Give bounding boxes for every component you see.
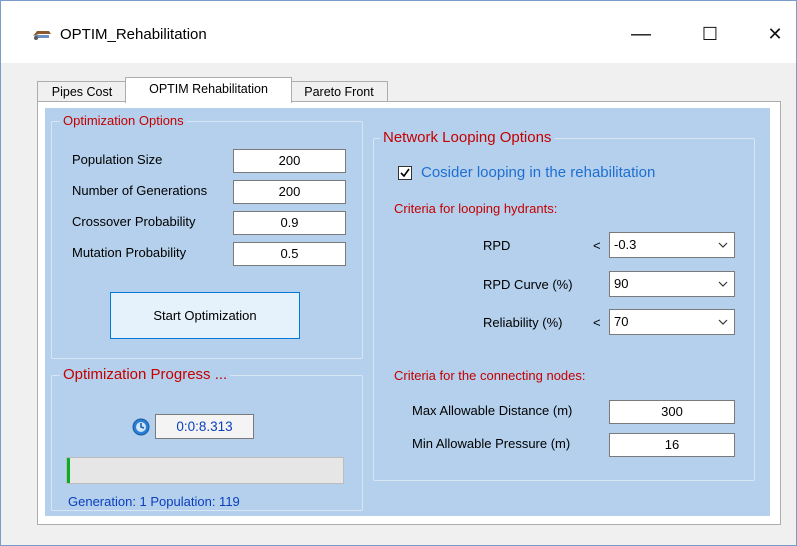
start-optimization-button[interactable]: Start Optimization xyxy=(110,292,300,339)
window-title: OPTIM_Rehabilitation xyxy=(60,26,207,43)
node-criteria-title: Criteria for the connecting nodes: xyxy=(394,368,586,383)
pipe-app-icon xyxy=(33,31,51,40)
rpd-operator: < xyxy=(593,238,601,253)
crossover-input[interactable]: 0.9 xyxy=(233,211,346,235)
rpd-curve-select[interactable]: 90 xyxy=(609,271,735,297)
maximize-button[interactable]: ☐ xyxy=(687,19,733,49)
hydrant-criteria-title: Criteria for looping hydrants: xyxy=(394,201,558,216)
reliability-label: Reliability (%) xyxy=(483,315,563,330)
crossover-label: Crossover Probability xyxy=(72,214,196,229)
rpd-curve-label: RPD Curve (%) xyxy=(483,277,573,292)
tab-optim-rehabilitation[interactable]: OPTIM Rehabilitation xyxy=(125,77,292,103)
clock-icon xyxy=(132,418,150,436)
content-area: Optimization Options Population Size 200… xyxy=(45,108,770,516)
rpd-value: -0.3 xyxy=(614,237,637,252)
reliability-operator: < xyxy=(593,315,601,330)
looping-checkbox-label[interactable]: Cosider looping in the rehabilitation xyxy=(421,164,655,181)
chevron-down-icon xyxy=(718,281,728,287)
tab-page: Optimization Options Population Size 200… xyxy=(37,101,781,525)
generations-label: Number of Generations xyxy=(72,183,208,198)
optimization-progress-group: Optimization Progress ... 0:0:8.313 Gene… xyxy=(51,366,363,511)
looping-options-group: Network Looping Options Cosider looping … xyxy=(373,129,755,481)
tab-pipes-cost[interactable]: Pipes Cost xyxy=(37,81,127,102)
population-size-label: Population Size xyxy=(72,152,163,167)
mutation-label: Mutation Probability xyxy=(72,245,187,260)
rpd-select[interactable]: -0.3 xyxy=(609,232,735,258)
reliability-select[interactable]: 70 xyxy=(609,309,735,335)
rpd-label: RPD xyxy=(483,238,511,253)
optimization-options-group: Optimization Options Population Size 200… xyxy=(51,113,363,359)
chevron-down-icon xyxy=(718,319,728,325)
optimization-options-title: Optimization Options xyxy=(60,113,187,128)
generation-status: Generation: 1 Population: 119 xyxy=(68,494,240,509)
elapsed-time-display: 0:0:8.313 xyxy=(155,414,254,439)
progress-bar xyxy=(66,457,344,484)
tab-pareto-front[interactable]: Pareto Front xyxy=(290,81,388,102)
reliability-value: 70 xyxy=(614,314,629,329)
looping-checkbox[interactable] xyxy=(398,166,412,180)
optimization-progress-title: Optimization Progress ... xyxy=(60,366,231,383)
min-pressure-label: Min Allowable Pressure (m) xyxy=(412,436,571,451)
max-distance-input[interactable]: 300 xyxy=(609,400,735,424)
population-size-input[interactable]: 200 xyxy=(233,149,346,173)
title-bar[interactable]: OPTIM_Rehabilitation — ☐ ✕ xyxy=(1,1,796,63)
generations-input[interactable]: 200 xyxy=(233,180,346,204)
mutation-input[interactable]: 0.5 xyxy=(233,242,346,266)
app-window: OPTIM_Rehabilitation — ☐ ✕ Pipes Cost OP… xyxy=(0,0,797,546)
chevron-down-icon xyxy=(718,242,728,248)
looping-options-title: Network Looping Options xyxy=(380,129,555,146)
checkmark-icon xyxy=(400,168,410,178)
close-button[interactable]: ✕ xyxy=(752,19,797,49)
rpd-curve-value: 90 xyxy=(614,276,629,291)
progress-bar-fill xyxy=(67,458,70,483)
minimize-button[interactable]: — xyxy=(618,19,664,49)
min-pressure-input[interactable]: 16 xyxy=(609,433,735,457)
max-distance-label: Max Allowable Distance (m) xyxy=(412,403,573,418)
